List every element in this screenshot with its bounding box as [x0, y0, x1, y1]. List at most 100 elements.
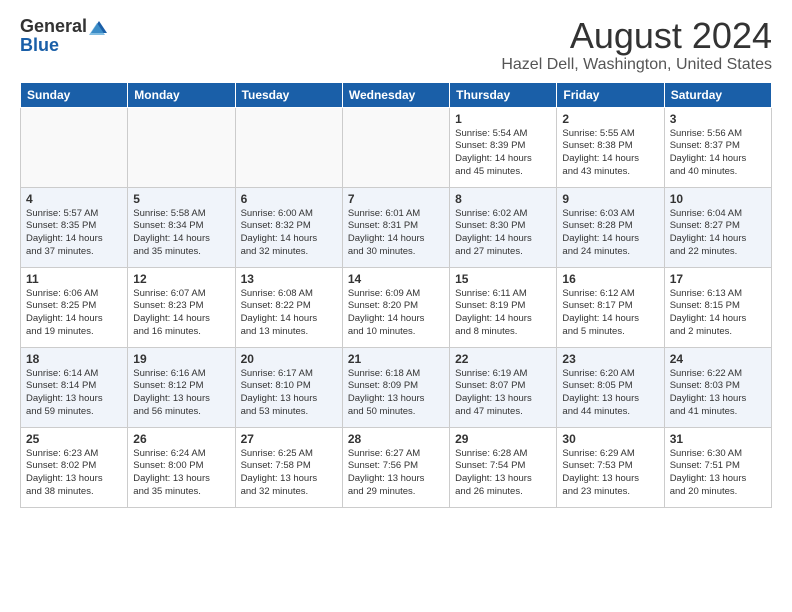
day-info: Sunrise: 6:08 AM Sunset: 8:22 PM Dayligh…: [241, 288, 337, 339]
day-number: 29: [455, 432, 551, 446]
day-info: Sunrise: 6:02 AM Sunset: 8:30 PM Dayligh…: [455, 208, 551, 259]
day-number: 26: [133, 432, 229, 446]
calendar-cell: 5 Sunrise: 5:58 AM Sunset: 8:34 PM Daylig…: [128, 187, 235, 267]
calendar-cell: 4 Sunrise: 5:57 AM Sunset: 8:35 PM Daylig…: [21, 187, 128, 267]
calendar-cell: 7 Sunrise: 6:01 AM Sunset: 8:31 PM Daylig…: [342, 187, 449, 267]
calendar-cell: 3 Sunrise: 5:56 AM Sunset: 8:37 PM Daylig…: [664, 107, 771, 187]
day-info: Sunrise: 6:13 AM Sunset: 8:15 PM Dayligh…: [670, 288, 766, 339]
day-number: 21: [348, 352, 444, 366]
calendar-cell: 31 Sunrise: 6:30 AM Sunset: 7:51 PM Dayli…: [664, 427, 771, 507]
calendar-cell: 26 Sunrise: 6:24 AM Sunset: 8:00 PM Dayli…: [128, 427, 235, 507]
weekday-header-friday: Friday: [557, 82, 664, 107]
calendar-cell: 9 Sunrise: 6:03 AM Sunset: 8:28 PM Daylig…: [557, 187, 664, 267]
calendar-cell: 13 Sunrise: 6:08 AM Sunset: 8:22 PM Dayli…: [235, 267, 342, 347]
calendar-table: SundayMondayTuesdayWednesdayThursdayFrid…: [20, 82, 772, 508]
calendar-cell: 19 Sunrise: 6:16 AM Sunset: 8:12 PM Dayli…: [128, 347, 235, 427]
day-number: 19: [133, 352, 229, 366]
day-info: Sunrise: 5:54 AM Sunset: 8:39 PM Dayligh…: [455, 128, 551, 179]
weekday-header-tuesday: Tuesday: [235, 82, 342, 107]
day-number: 27: [241, 432, 337, 446]
day-number: 6: [241, 192, 337, 206]
day-info: Sunrise: 6:25 AM Sunset: 7:58 PM Dayligh…: [241, 448, 337, 499]
weekday-header-sunday: Sunday: [21, 82, 128, 107]
day-number: 9: [562, 192, 658, 206]
day-info: Sunrise: 6:09 AM Sunset: 8:20 PM Dayligh…: [348, 288, 444, 339]
day-number: 20: [241, 352, 337, 366]
day-info: Sunrise: 6:03 AM Sunset: 8:28 PM Dayligh…: [562, 208, 658, 259]
day-number: 4: [26, 192, 122, 206]
day-info: Sunrise: 6:19 AM Sunset: 8:07 PM Dayligh…: [455, 368, 551, 419]
day-info: Sunrise: 6:28 AM Sunset: 7:54 PM Dayligh…: [455, 448, 551, 499]
calendar-cell: 30 Sunrise: 6:29 AM Sunset: 7:53 PM Dayli…: [557, 427, 664, 507]
day-info: Sunrise: 6:22 AM Sunset: 8:03 PM Dayligh…: [670, 368, 766, 419]
day-number: 10: [670, 192, 766, 206]
calendar-cell: 20 Sunrise: 6:17 AM Sunset: 8:10 PM Dayli…: [235, 347, 342, 427]
day-number: 16: [562, 272, 658, 286]
day-number: 22: [455, 352, 551, 366]
day-number: 17: [670, 272, 766, 286]
weekday-header-monday: Monday: [128, 82, 235, 107]
day-info: Sunrise: 6:00 AM Sunset: 8:32 PM Dayligh…: [241, 208, 337, 259]
day-info: Sunrise: 6:20 AM Sunset: 8:05 PM Dayligh…: [562, 368, 658, 419]
logo-blue-text: Blue: [20, 35, 59, 56]
day-info: Sunrise: 6:17 AM Sunset: 8:10 PM Dayligh…: [241, 368, 337, 419]
weekday-header-row: SundayMondayTuesdayWednesdayThursdayFrid…: [21, 82, 772, 107]
day-number: 3: [670, 112, 766, 126]
calendar-cell: 18Sunrise: 6:14 AM Sunset: 8:14 PM Dayli…: [21, 347, 128, 427]
logo: General Blue: [20, 16, 109, 56]
calendar-cell: 1 Sunrise: 5:54 AM Sunset: 8:39 PM Daylig…: [450, 107, 557, 187]
calendar-cell: 17 Sunrise: 6:13 AM Sunset: 8:15 PM Dayli…: [664, 267, 771, 347]
calendar-cell: 11Sunrise: 6:06 AM Sunset: 8:25 PM Dayli…: [21, 267, 128, 347]
day-number: 5: [133, 192, 229, 206]
day-info: Sunrise: 5:57 AM Sunset: 8:35 PM Dayligh…: [26, 208, 122, 259]
day-number: 18: [26, 352, 122, 366]
calendar-cell: 25Sunrise: 6:23 AM Sunset: 8:02 PM Dayli…: [21, 427, 128, 507]
day-number: 23: [562, 352, 658, 366]
calendar-cell: 8Sunrise: 6:02 AM Sunset: 8:30 PM Daylig…: [450, 187, 557, 267]
logo-icon: [89, 19, 109, 35]
day-info: Sunrise: 6:12 AM Sunset: 8:17 PM Dayligh…: [562, 288, 658, 339]
calendar-cell: 15 Sunrise: 6:11 AM Sunset: 8:19 PM Dayli…: [450, 267, 557, 347]
calendar-cell: 2Sunrise: 5:55 AM Sunset: 8:38 PM Daylig…: [557, 107, 664, 187]
day-number: 13: [241, 272, 337, 286]
day-info: Sunrise: 6:27 AM Sunset: 7:56 PM Dayligh…: [348, 448, 444, 499]
day-info: Sunrise: 5:56 AM Sunset: 8:37 PM Dayligh…: [670, 128, 766, 179]
day-info: Sunrise: 6:16 AM Sunset: 8:12 PM Dayligh…: [133, 368, 229, 419]
day-number: 12: [133, 272, 229, 286]
calendar-cell: [235, 107, 342, 187]
calendar-week-row: 11Sunrise: 6:06 AM Sunset: 8:25 PM Dayli…: [21, 267, 772, 347]
day-number: 31: [670, 432, 766, 446]
calendar-cell: 16 Sunrise: 6:12 AM Sunset: 8:17 PM Dayli…: [557, 267, 664, 347]
day-info: Sunrise: 6:11 AM Sunset: 8:19 PM Dayligh…: [455, 288, 551, 339]
calendar-cell: 28Sunrise: 6:27 AM Sunset: 7:56 PM Dayli…: [342, 427, 449, 507]
day-number: 1: [455, 112, 551, 126]
calendar-cell: 12Sunrise: 6:07 AM Sunset: 8:23 PM Dayli…: [128, 267, 235, 347]
calendar-cell: [21, 107, 128, 187]
day-number: 14: [348, 272, 444, 286]
day-info: Sunrise: 6:29 AM Sunset: 7:53 PM Dayligh…: [562, 448, 658, 499]
day-info: Sunrise: 6:01 AM Sunset: 8:31 PM Dayligh…: [348, 208, 444, 259]
day-number: 30: [562, 432, 658, 446]
weekday-header-wednesday: Wednesday: [342, 82, 449, 107]
day-info: Sunrise: 6:06 AM Sunset: 8:25 PM Dayligh…: [26, 288, 122, 339]
title-block: August 2024 Hazel Dell, Washington, Unit…: [501, 16, 772, 74]
day-number: 25: [26, 432, 122, 446]
day-number: 15: [455, 272, 551, 286]
calendar-week-row: 18Sunrise: 6:14 AM Sunset: 8:14 PM Dayli…: [21, 347, 772, 427]
day-info: Sunrise: 5:55 AM Sunset: 8:38 PM Dayligh…: [562, 128, 658, 179]
calendar-cell: 27 Sunrise: 6:25 AM Sunset: 7:58 PM Dayli…: [235, 427, 342, 507]
day-info: Sunrise: 5:58 AM Sunset: 8:34 PM Dayligh…: [133, 208, 229, 259]
page-header: General Blue August 2024 Hazel Dell, Was…: [20, 16, 772, 74]
calendar-cell: [342, 107, 449, 187]
calendar-page: General Blue August 2024 Hazel Dell, Was…: [0, 0, 792, 612]
day-number: 24: [670, 352, 766, 366]
day-number: 7: [348, 192, 444, 206]
calendar-cell: 24 Sunrise: 6:22 AM Sunset: 8:03 PM Dayli…: [664, 347, 771, 427]
calendar-cell: 10 Sunrise: 6:04 AM Sunset: 8:27 PM Dayli…: [664, 187, 771, 267]
day-info: Sunrise: 6:24 AM Sunset: 8:00 PM Dayligh…: [133, 448, 229, 499]
day-info: Sunrise: 6:30 AM Sunset: 7:51 PM Dayligh…: [670, 448, 766, 499]
logo-general-text: General: [20, 16, 87, 37]
day-info: Sunrise: 6:04 AM Sunset: 8:27 PM Dayligh…: [670, 208, 766, 259]
calendar-cell: 21Sunrise: 6:18 AM Sunset: 8:09 PM Dayli…: [342, 347, 449, 427]
calendar-cell: [128, 107, 235, 187]
